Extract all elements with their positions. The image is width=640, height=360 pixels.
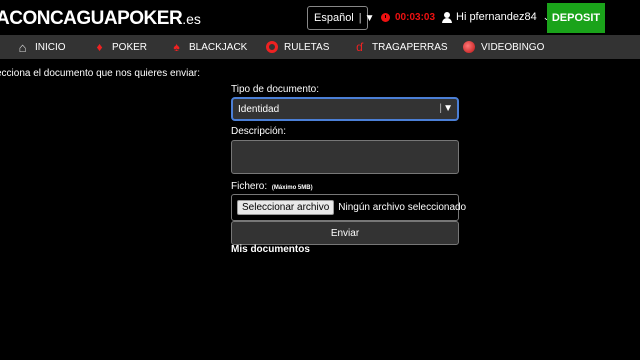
caret-down-icon: ▼ <box>364 12 375 24</box>
session-timer: 00:03:03 <box>381 12 435 23</box>
select-separator: | <box>439 103 442 114</box>
nav-item-videobingo[interactable]: VIDEOBINGO <box>463 35 544 59</box>
doc-type-label: Tipo de documento: <box>231 84 320 95</box>
caret-down-icon: ▼ <box>443 103 453 114</box>
language-separator: | <box>358 12 362 24</box>
my-documents-heading: Mis documentos <box>231 244 310 255</box>
site-logo[interactable]: ACONCAGUAPOKER.es <box>0 9 201 29</box>
user-greeting: Hi pfernandez84 <box>456 11 537 23</box>
clock-icon <box>381 13 390 22</box>
nav-item-label: VIDEOBINGO <box>481 41 545 53</box>
file-input[interactable]: Seleccionar archivo Ningún archivo selec… <box>231 194 466 221</box>
language-label: Español <box>314 12 354 24</box>
file-status: Ningún archivo seleccionado <box>338 202 467 213</box>
home-icon: ⌂ <box>18 39 27 55</box>
nav-item-label: RULETAS <box>284 41 330 53</box>
logo-text: ACONCAGUAPOKER <box>0 8 183 29</box>
submit-button[interactable]: Enviar <box>231 221 459 245</box>
poker-chip-icon: ♦ <box>96 39 103 54</box>
file-label-row: Fichero: (Máximo 5MB) <box>231 181 313 192</box>
user-icon <box>442 11 452 23</box>
instructions-text: ecciona el documento que nos quieres env… <box>0 68 201 79</box>
description-field[interactable] <box>231 140 459 174</box>
doc-type-value: Identidad <box>238 103 280 115</box>
nav-item-inicio[interactable]: ⌂ INICIO <box>16 35 66 59</box>
user-menu[interactable]: Hi pfernandez84 ⌄ <box>442 11 550 23</box>
roulette-icon <box>266 41 278 53</box>
cards-icon: ♠ <box>173 39 180 54</box>
logo-tld: .es <box>182 11 201 27</box>
nav-item-tragaperras[interactable]: ɗ TRAGAPERRAS <box>353 35 448 59</box>
deposit-button[interactable]: DEPOSIT <box>547 3 605 33</box>
nav-item-label: BLACKJACK <box>189 41 248 53</box>
select-file-button[interactable]: Seleccionar archivo <box>237 200 335 215</box>
language-selector[interactable]: Español | ▼ <box>307 6 375 30</box>
cherries-icon: ɗ <box>356 39 363 54</box>
nav-item-poker[interactable]: ♦ POKER <box>93 35 147 59</box>
bingo-ball-icon <box>463 41 475 53</box>
top-bar: ACONCAGUAPOKER.es Español | ▼ 00:03:03 H… <box>0 0 640 35</box>
nav-item-label: INICIO <box>35 41 66 53</box>
nav-item-blackjack[interactable]: ♠ BLACKJACK <box>170 35 247 59</box>
doc-type-select[interactable]: Identidad | ▼ <box>231 97 459 121</box>
file-max-size: (Máximo 5MB) <box>271 185 313 191</box>
main-nav: ⌂ INICIO ♦ POKER ♠ BLACKJACK RULETAS ɗ T… <box>0 35 640 59</box>
description-label: Descripción: <box>231 126 287 137</box>
file-label: Fichero: <box>231 181 268 192</box>
nav-item-label: TRAGAPERRAS <box>372 41 448 53</box>
document-upload-form: Tipo de documento: Identidad | ▼ Descrip… <box>231 84 466 255</box>
timer-value: 00:03:03 <box>395 12 436 23</box>
nav-item-label: POKER <box>112 41 148 53</box>
nav-item-ruletas[interactable]: RULETAS <box>266 35 329 59</box>
